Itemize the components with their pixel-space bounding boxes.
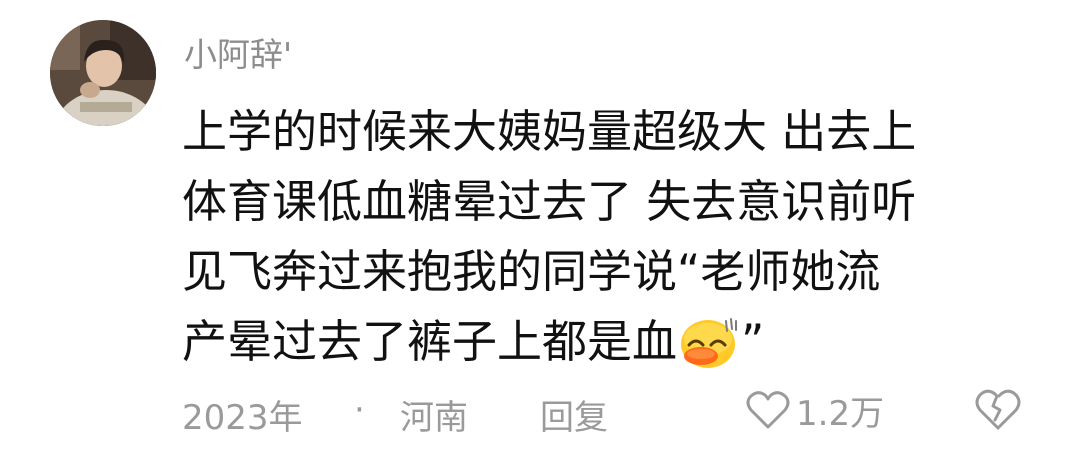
like-count: 1.2万 [796,393,885,434]
separator-dot: · [354,390,365,430]
avatar[interactable] [50,20,156,126]
username[interactable]: 小阿辞' [184,33,292,77]
comment-location: 河南 [400,398,468,438]
comment-line: 见飞奔过来抱我的同学说“老师她流 [182,245,881,298]
comment-line: 体育课低血糖晕过去了 失去意识前听 [182,175,917,228]
sweat-laughing-duck-emoji-icon [679,315,739,369]
reply-button[interactable]: 回复 [540,390,608,439]
like-button[interactable]: 1.2万 [746,386,884,434]
comment-line-text: 产晕过去了裤子上都是血 [182,315,678,368]
dislike-button[interactable] [974,388,1022,432]
broken-heart-icon [975,389,1021,430]
closing-quote: ” [741,315,765,368]
comment-text: 上学的时候来大姨妈量超级大 出去上 体育课低血糖晕过去了 失去意识前听 见飞奔过… [182,97,1052,377]
comment-date: 2023年 [182,398,303,438]
heart-outline-icon [746,391,790,429]
comment-footer: 2023年 · 河南 回复 1.2万 [0,380,1080,440]
user-avatar-photo-icon [50,20,156,126]
comment-line-last: 产晕过去了裤子上都是血 ” [182,307,1052,377]
comment-line: 上学的时候来大姨妈量超级大 出去上 [182,105,917,158]
